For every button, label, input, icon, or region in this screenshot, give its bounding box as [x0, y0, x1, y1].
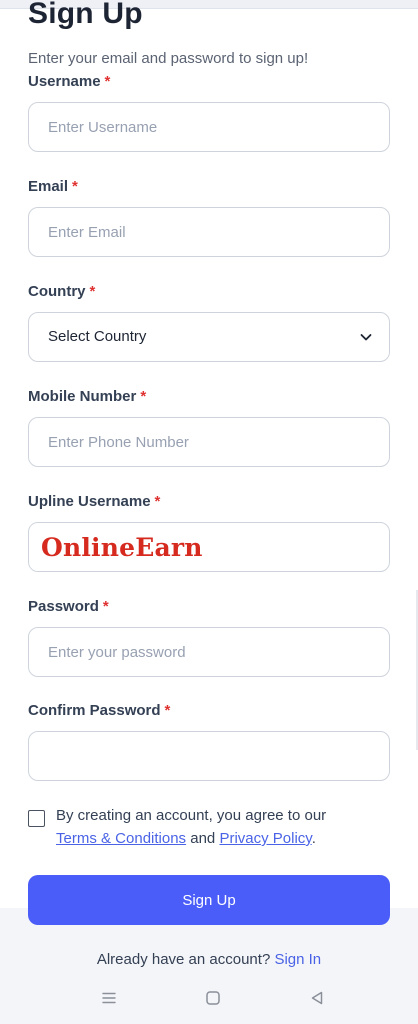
required-mark: *	[164, 702, 171, 719]
upline-label-text: Upline Username	[28, 493, 151, 510]
mobile-label-text: Mobile Number	[28, 388, 137, 405]
country-label-text: Country	[28, 283, 86, 300]
required-mark: *	[72, 178, 78, 195]
signin-prompt-text: Already have an account?	[96, 951, 271, 968]
onlineearn-watermark: OnlineEarn	[30, 524, 231, 571]
required-mark: *	[89, 283, 96, 300]
email-input[interactable]	[29, 208, 389, 256]
password-label: Password *	[28, 598, 109, 616]
required-mark: *	[104, 73, 111, 90]
username-field[interactable]	[28, 102, 390, 152]
terms-checkbox[interactable]	[28, 810, 45, 827]
email-label-text: Email	[28, 178, 69, 195]
menu-icon[interactable]	[100, 989, 118, 1007]
agreement-period: .	[311, 830, 316, 847]
country-select-value: Select Country	[48, 328, 147, 345]
country-select[interactable]: Select Country	[28, 312, 390, 362]
mobile-input[interactable]	[29, 418, 389, 466]
agreement-conjunction: and	[186, 830, 220, 847]
confirm-password-label: Confirm Password *	[28, 702, 170, 720]
signin-prompt: Already have an account? Sign In	[0, 951, 418, 969]
page-title: Sign Up	[28, 0, 143, 30]
username-input[interactable]	[29, 103, 389, 151]
password-field[interactable]	[28, 627, 390, 677]
email-label: Email *	[28, 178, 78, 196]
password-input[interactable]	[29, 628, 389, 676]
upline-field[interactable]: OnlineEarn	[28, 522, 390, 572]
signin-link[interactable]: Sign In	[274, 951, 321, 968]
username-label: Username *	[28, 73, 110, 91]
email-field[interactable]	[28, 207, 390, 257]
signup-button[interactable]: Sign Up	[28, 875, 390, 925]
mobile-label: Mobile Number *	[28, 388, 146, 406]
mobile-field[interactable]	[28, 417, 390, 467]
back-icon[interactable]	[308, 989, 326, 1007]
agreement-text: By creating an account, you agree to our	[56, 807, 327, 824]
chevron-down-icon	[360, 334, 372, 341]
home-icon[interactable]	[204, 989, 222, 1007]
confirm-password-field[interactable]	[28, 731, 390, 781]
password-label-text: Password	[28, 598, 99, 615]
privacy-policy-link[interactable]: Privacy Policy	[219, 830, 311, 847]
confirm-password-label-text: Confirm Password	[28, 702, 161, 719]
required-mark: *	[140, 388, 147, 405]
upline-label: Upline Username *	[28, 493, 160, 511]
terms-link[interactable]: Terms & Conditions	[56, 830, 186, 847]
username-label-text: Username	[28, 73, 101, 90]
agreement-links: Terms & Conditions and Privacy Policy.	[56, 830, 316, 848]
page-subtitle: Enter your email and password to sign up…	[28, 50, 309, 67]
required-mark: *	[102, 598, 109, 615]
required-mark: *	[154, 493, 161, 510]
country-label: Country *	[28, 283, 95, 301]
confirm-password-input[interactable]	[29, 732, 389, 780]
